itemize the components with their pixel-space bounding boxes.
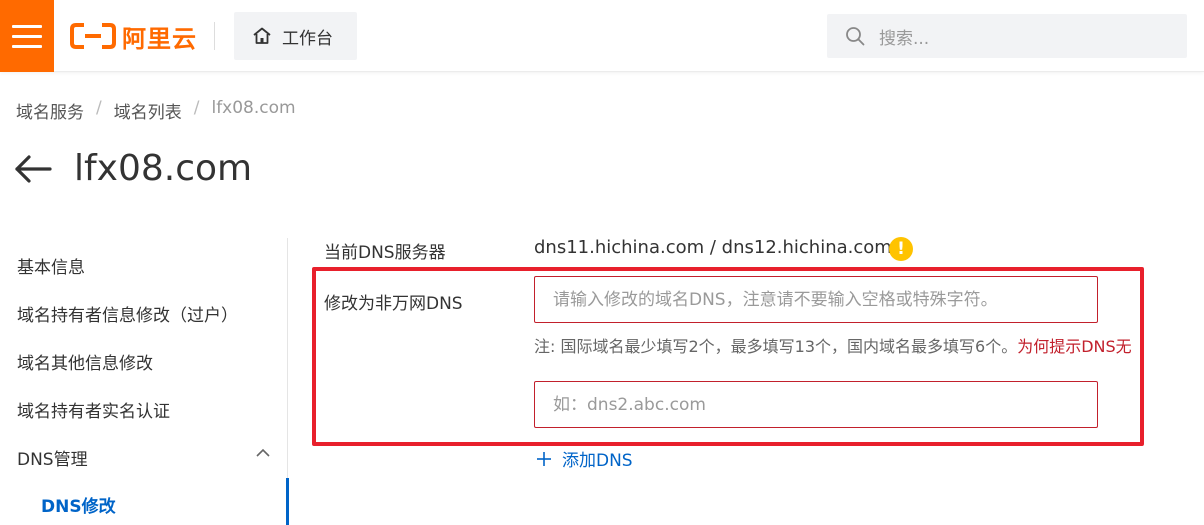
workbench-label: 工作台 — [282, 28, 333, 49]
page-header: lfx08.com — [14, 148, 252, 189]
modify-dns-label: 修改为非万网DNS — [324, 294, 463, 314]
aliyun-logo[interactable]: 阿里云 — [70, 18, 197, 54]
sidebar-item-basic-info[interactable]: 基本信息 — [17, 253, 85, 278]
back-arrow-icon[interactable] — [14, 154, 52, 183]
active-indicator — [286, 478, 289, 525]
chevron-up-icon[interactable] — [256, 448, 270, 458]
home-icon — [253, 27, 271, 44]
sidebar-item-dns-management[interactable]: DNS管理 — [17, 445, 88, 470]
dns-input-2[interactable] — [534, 381, 1098, 428]
dns-note: 注: 国际域名最少填写2个，最多填写13个，国内域名最多填写6个。为何提示DNS… — [534, 333, 1132, 357]
current-dns-label: 当前DNS服务器 — [324, 243, 446, 263]
warning-icon[interactable]: ! — [889, 237, 913, 261]
sidebar-subitem-dns-modify[interactable]: DNS修改 — [41, 492, 116, 517]
menu-line — [12, 44, 42, 48]
breadcrumb-item-domain-service[interactable]: 域名服务 — [16, 98, 84, 123]
logo-text: 阿里云 — [122, 24, 197, 53]
hamburger-menu-button[interactable] — [0, 0, 54, 72]
workbench-button[interactable]: 工作台 — [234, 12, 357, 60]
breadcrumb-item-domain-list[interactable]: 域名列表 — [114, 98, 182, 123]
page-title: lfx08.com — [74, 148, 253, 189]
divider — [214, 22, 215, 50]
current-dns-value: dns11.hichina.com / dns12.hichina.com — [534, 237, 892, 258]
plus-icon — [537, 451, 551, 466]
breadcrumb: 域名服务 / 域名列表 / lfx08.com — [16, 98, 296, 123]
search-box[interactable]: 搜索... — [827, 14, 1187, 58]
dns-note-text: 注: 国际域名最少填写2个，最多填写13个，国内域名最多填写6个。 — [534, 337, 1018, 356]
search-placeholder: 搜索... — [879, 28, 930, 49]
dns-help-link[interactable]: 为何提示DNS无 — [1017, 337, 1131, 356]
sidebar-nav: 基本信息 域名持有者信息修改（过户） 域名其他信息修改 域名持有者实名认证 DN… — [0, 238, 289, 525]
menu-line — [12, 24, 42, 28]
breadcrumb-separator: / — [96, 98, 102, 118]
breadcrumb-separator: / — [193, 98, 200, 118]
breadcrumb-item-current: lfx08.com — [211, 98, 296, 118]
add-dns-button[interactable]: 添加DNS — [536, 446, 633, 471]
add-dns-label: 添加DNS — [562, 451, 633, 471]
menu-line — [12, 34, 42, 38]
search-icon — [846, 27, 865, 46]
top-navbar: 阿里云 工作台 搜索... — [0, 0, 1204, 72]
sidebar-item-other-info[interactable]: 域名其他信息修改 — [17, 349, 153, 374]
sidebar-item-holder-transfer[interactable]: 域名持有者信息修改（过户） — [17, 301, 238, 326]
aliyun-logo-icon — [70, 23, 116, 49]
sidebar-item-realname-auth[interactable]: 域名持有者实名认证 — [17, 397, 170, 422]
dns-input-1[interactable] — [534, 276, 1098, 323]
